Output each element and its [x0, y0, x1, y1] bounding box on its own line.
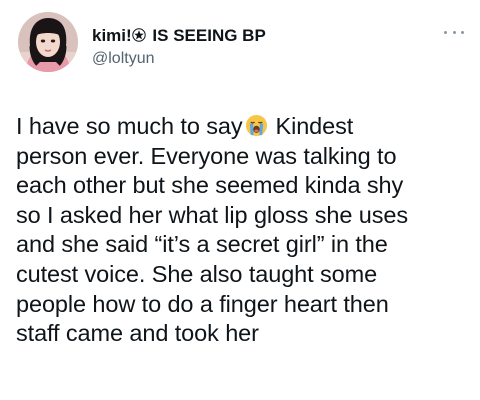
star-emblem-icon — [131, 28, 146, 42]
profile-photo-icon — [18, 12, 78, 72]
tweet-line: so I asked her what lip gloss she uses — [16, 201, 408, 228]
tweet-line: each other but she seemed kinda shy — [16, 172, 404, 199]
tweet-line-segment: Kindest — [275, 113, 354, 139]
display-name-part1: kimi! — [92, 26, 132, 45]
more-options-icon[interactable] — [444, 26, 464, 38]
author-info: kimi! IS SEEING BP @loltyun — [92, 26, 266, 69]
tweet-text: I have so much to say Kindest person ever… — [16, 112, 472, 349]
dot — [452, 30, 456, 34]
dot — [461, 30, 464, 34]
tweet-line: person ever. Everyone was talking to — [16, 142, 397, 169]
tweet-line: staff came and took her — [16, 320, 259, 347]
tweet-line: and she said “it’s a secret girl” in the — [16, 231, 388, 258]
tweet-line: people how to do a finger heart then — [16, 290, 389, 317]
avatar[interactable] — [18, 12, 78, 72]
display-name[interactable]: kimi! IS SEEING BP — [92, 26, 266, 46]
dot — [444, 30, 447, 34]
tweet-line: cutest voice. She also taught some — [16, 260, 378, 287]
loudly-crying-face-emoji-icon — [245, 114, 267, 137]
display-name-part2: IS SEEING BP — [152, 26, 266, 45]
user-handle[interactable]: @loltyun — [92, 49, 266, 69]
tweet-line-segment: I have so much to say — [16, 113, 243, 139]
tweet-line: I have so much to say Kindest — [16, 112, 472, 142]
tweet: kimi! IS SEEING BP @loltyun I have so mu… — [0, 0, 480, 400]
